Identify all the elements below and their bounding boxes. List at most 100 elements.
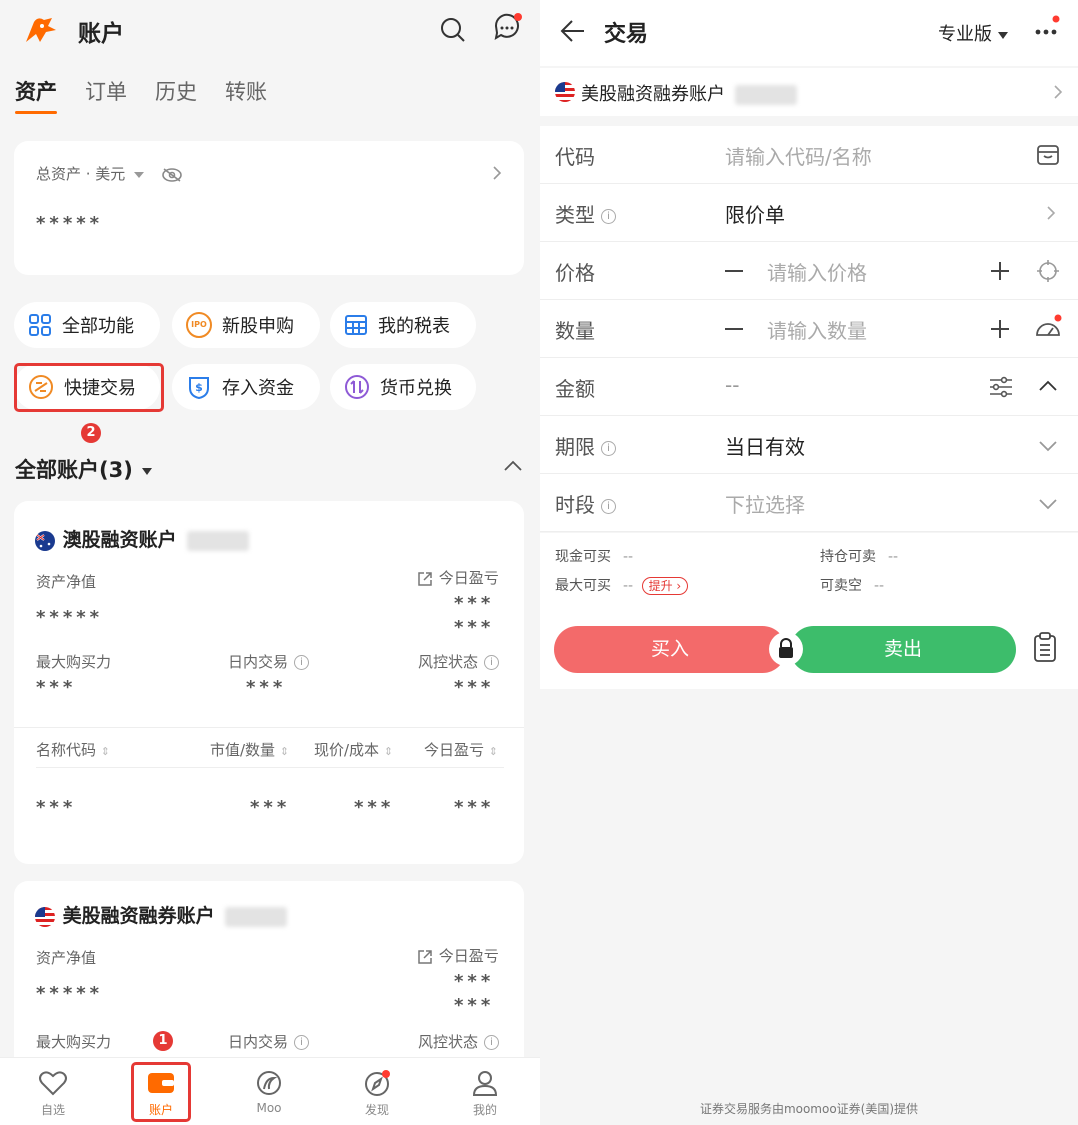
message-icon[interactable]	[492, 12, 522, 44]
more-icon[interactable]	[1032, 14, 1064, 46]
page-title: 账户	[78, 21, 124, 47]
tab-orders[interactable]: 订单	[85, 76, 127, 106]
search-icon[interactable]	[440, 17, 466, 43]
tabbar-discover[interactable]: 发现	[347, 1070, 407, 1118]
max-buying-power-label: 最大购买力	[36, 653, 112, 671]
sort-icon: ⇕	[100, 745, 111, 758]
quantity-decrease-button[interactable]	[725, 328, 743, 330]
col-name-code[interactable]: 名称代码 ⇕	[36, 739, 110, 760]
deposit-button[interactable]: $ 存入资金	[172, 364, 320, 410]
today-pnl-ratio: ***	[454, 995, 495, 1016]
tax-form-button[interactable]: 我的税表	[330, 302, 476, 348]
intraday-label: 日内交易	[228, 653, 289, 671]
heart-icon	[39, 1071, 67, 1096]
lock-icon	[779, 638, 793, 658]
price-input[interactable]: 请输入价格	[767, 257, 867, 286]
currency-exchange-button[interactable]: 货币兑换	[330, 364, 476, 410]
svg-text:$: $	[195, 381, 203, 394]
order-list-icon[interactable]	[1032, 631, 1058, 663]
settings-sliders-icon[interactable]	[989, 376, 1013, 398]
quantity-input[interactable]: 请输入数量	[767, 315, 867, 344]
tab-transfer[interactable]: 转账	[225, 76, 267, 106]
quantity-increase-button[interactable]	[990, 319, 1010, 339]
term-row[interactable]: 期限 i 当日有效	[540, 416, 1078, 474]
today-pnl-value: ***	[454, 593, 495, 614]
share-icon	[418, 571, 432, 586]
all-functions-button[interactable]: 全部功能	[14, 302, 160, 348]
short-sell-label: 可卖空	[820, 578, 862, 594]
info-icon[interactable]: i	[601, 499, 616, 514]
col-market-value[interactable]: 市值/数量 ⇕	[210, 739, 289, 760]
session-row[interactable]: 时段 i 下拉选择	[540, 474, 1078, 532]
divider	[36, 767, 504, 768]
today-pnl-value: ***	[454, 971, 495, 992]
tabbar-me[interactable]: 我的	[455, 1070, 515, 1118]
intraday-label-group[interactable]: 日内交易 i	[228, 651, 310, 672]
us-flag-icon	[555, 82, 575, 102]
price-label: 价格	[555, 261, 595, 285]
price-increase-button[interactable]	[990, 261, 1010, 281]
max-buying-power-value: ***	[36, 677, 77, 698]
order-type-row[interactable]: 类型 i 限价单	[540, 184, 1078, 242]
col-label: 现价/成本	[314, 741, 380, 759]
all-accounts-label: 全部账户(3)	[15, 458, 133, 482]
tabbar-moo[interactable]: Moo	[239, 1070, 299, 1115]
mode-selector[interactable]: 专业版	[938, 20, 1008, 46]
tabbar-watchlist[interactable]: 自选	[23, 1070, 83, 1118]
buy-button[interactable]: 买入	[554, 626, 786, 673]
quantity-label: 数量	[555, 319, 595, 343]
intraday-label-group[interactable]: 日内交易 i	[228, 1031, 310, 1052]
info-icon: i	[484, 655, 500, 670]
lock-button[interactable]	[769, 632, 803, 666]
sort-icon: ⇕	[488, 745, 499, 758]
all-accounts-header[interactable]: 全部账户(3)	[15, 454, 153, 484]
watchlist-box-icon[interactable]	[1036, 144, 1060, 166]
crosshair-icon[interactable]	[1036, 259, 1060, 283]
us-account-card[interactable]: 美股融资融券账户 资产净值 今日盈亏 ***** *** *** 最大购买力 日…	[14, 881, 524, 1081]
table-icon	[345, 315, 367, 335]
table-cell: ***	[454, 797, 495, 818]
risk-label-group[interactable]: 风控状态 i	[418, 1031, 500, 1052]
eye-off-icon[interactable]	[161, 167, 183, 183]
tab-history[interactable]: 历史	[155, 76, 197, 106]
price-decrease-button[interactable]	[725, 270, 743, 272]
code-input[interactable]: 请输入代码/名称	[725, 141, 872, 170]
tab-assets[interactable]: 资产	[15, 76, 57, 114]
au-account-card[interactable]: 澳股融资账户 资产净值 今日盈亏 ***** *** *** 最大购买力 日内交…	[14, 501, 524, 864]
intraday-label: 日内交易	[228, 1033, 289, 1051]
back-arrow-icon[interactable]	[560, 19, 586, 43]
col-label: 名称代码	[36, 741, 97, 759]
tabbar-label: 我的	[472, 1103, 497, 1117]
ipo-button[interactable]: IPO 新股申购	[172, 302, 320, 348]
page-title: 交易	[604, 22, 649, 47]
gauge-icon[interactable]	[1034, 313, 1062, 341]
account-selector[interactable]: 美股融资融券账户	[540, 68, 1078, 116]
code-label: 代码	[555, 145, 595, 169]
col-today-pnl[interactable]: 今日盈亏 ⇕	[424, 739, 498, 760]
total-assets-card[interactable]: 总资产 · 美元 *****	[14, 141, 524, 275]
cash-buy-label: 现金可买	[555, 549, 611, 565]
info-icon[interactable]: i	[601, 209, 616, 224]
header: 交易 专业版	[540, 0, 1078, 66]
risk-status-label: 风控状态	[418, 653, 479, 671]
max-buying-power-label: 最大购买力	[36, 1033, 112, 1051]
today-pnl-ratio: ***	[454, 617, 495, 638]
sell-button[interactable]: 卖出	[790, 626, 1016, 673]
boost-button[interactable]: 提升 ›	[641, 577, 689, 595]
info-icon[interactable]: i	[601, 441, 616, 456]
table-cell: ***	[354, 797, 395, 818]
chevron-up-icon[interactable]	[1038, 380, 1058, 392]
ipo-icon: IPO	[186, 312, 212, 338]
today-pnl-label-group[interactable]: 今日盈亏	[416, 945, 499, 966]
mode-label: 专业版	[938, 24, 992, 45]
masked-account-number	[187, 530, 250, 551]
today-pnl-label-group[interactable]: 今日盈亏	[416, 567, 499, 588]
caret-down-icon[interactable]	[134, 171, 145, 178]
risk-label-group[interactable]: 风控状态 i	[418, 651, 500, 672]
chevron-up-icon[interactable]	[503, 460, 523, 472]
chevron-right-icon[interactable]	[492, 165, 502, 181]
col-price-cost[interactable]: 现价/成本 ⇕	[314, 739, 393, 760]
max-buy-value: --	[623, 578, 634, 594]
masked-account-number	[734, 85, 797, 105]
short-sell-value: --	[874, 578, 885, 594]
